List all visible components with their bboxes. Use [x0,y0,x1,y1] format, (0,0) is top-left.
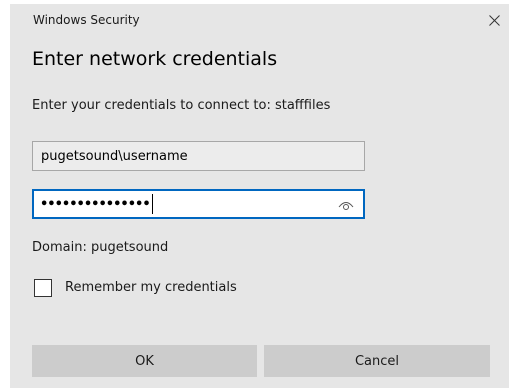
eye-icon[interactable] [337,196,355,212]
window-title: Windows Security [33,13,140,27]
text-caret [151,194,153,214]
dialog-heading: Enter network credentials [32,48,278,70]
ok-button[interactable]: OK [32,345,257,377]
connection-prompt: Enter your credentials to connect to: st… [32,98,331,113]
remember-credentials-label[interactable]: Remember my credentials [65,280,237,295]
credentials-dialog: Windows Security Enter network credentia… [10,4,509,388]
username-value: pugetsound\username [41,148,188,164]
cancel-button-label: Cancel [354,353,400,369]
ok-button-label: OK [135,353,154,369]
domain-text: Domain: pugetsound [32,240,169,255]
password-field[interactable]: ••••••••••••••• [32,189,365,219]
password-mask: ••••••••••••••• [40,196,151,212]
cancel-button[interactable]: Cancel [264,345,490,377]
username-field[interactable]: pugetsound\username [32,141,365,171]
close-icon [488,14,500,26]
close-button[interactable] [484,10,504,30]
remember-credentials-checkbox[interactable] [34,279,52,297]
